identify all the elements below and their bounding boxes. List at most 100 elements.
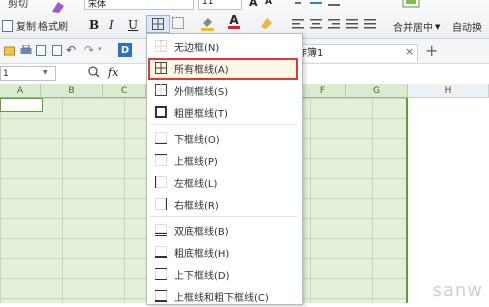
menu-item-label: 所有框线(A) bbox=[174, 64, 229, 76]
shrink-font-button[interactable]: A bbox=[265, 0, 272, 7]
menu-item-top-bottom-border[interactable]: 上下框线(D) bbox=[146, 263, 301, 285]
right-border-icon bbox=[155, 198, 168, 210]
menu-separator bbox=[150, 124, 297, 125]
underline-button[interactable]: U bbox=[128, 18, 138, 32]
fill-color-button[interactable] bbox=[200, 15, 216, 31]
top-thick-bottom-border-icon bbox=[155, 290, 167, 302]
column-header-b[interactable]: B bbox=[41, 84, 103, 98]
print-preview-icon[interactable] bbox=[52, 45, 64, 56]
copy-icon bbox=[2, 19, 13, 32]
open-icon[interactable] bbox=[4, 45, 15, 56]
merge-icon[interactable] bbox=[402, 0, 420, 8]
format-painter-label: 格式刷 bbox=[38, 22, 68, 33]
tab-workbook1[interactable]: 作簿1 bbox=[290, 44, 418, 62]
menu-item-top-thick-bottom-border[interactable]: 上框线和粗下框线(C) bbox=[146, 285, 301, 307]
active-cell[interactable] bbox=[0, 98, 43, 112]
border-icon bbox=[152, 18, 164, 30]
menu-item-outside-borders[interactable]: 外侧框线(S) bbox=[146, 79, 301, 101]
column-header-h[interactable]: H bbox=[408, 84, 489, 98]
paint-bucket-icon bbox=[201, 18, 214, 31]
menu-item-label: 粗底框线(H) bbox=[174, 248, 230, 260]
align-left-icon[interactable] bbox=[292, 19, 304, 29]
column-header-g[interactable]: G bbox=[346, 84, 408, 98]
menu-item-top-border[interactable]: 上框线(P) bbox=[146, 149, 301, 171]
copy-button[interactable]: 复制 bbox=[2, 18, 36, 33]
merge-label: 合并居中 bbox=[393, 23, 433, 34]
outside-borders-icon bbox=[155, 84, 167, 96]
align-center-icon[interactable] bbox=[310, 19, 322, 29]
font-color-bar bbox=[228, 26, 240, 29]
top-border-icon bbox=[155, 153, 167, 166]
distributed-icon[interactable] bbox=[364, 19, 376, 29]
menu-item-label: 右框线(R) bbox=[174, 200, 219, 212]
align-bottom-icon[interactable] bbox=[328, 0, 340, 8]
menu-item-label: 上下框线(D) bbox=[174, 270, 230, 282]
menu-item-bottom-border[interactable]: 下框线(O) bbox=[146, 127, 301, 149]
copy-label: 复制 bbox=[16, 22, 36, 33]
app-logo-letter: D bbox=[120, 44, 130, 56]
menu-item-label: 左框线(L) bbox=[174, 178, 218, 190]
name-box-value: 1 bbox=[3, 69, 9, 79]
border-button[interactable] bbox=[146, 15, 170, 33]
italic-button[interactable]: I bbox=[109, 18, 114, 32]
align-right-icon[interactable] bbox=[328, 19, 340, 29]
thick-bottom-border-icon bbox=[155, 246, 167, 258]
redo-icon[interactable]: ↷ bbox=[84, 43, 94, 57]
menu-item-all-borders[interactable]: 所有框线(A) bbox=[146, 57, 301, 79]
no-border-icon bbox=[155, 40, 167, 52]
menu-item-label: 无边框(N) bbox=[174, 42, 220, 54]
menu-item-label: 粗匣框线(T) bbox=[174, 108, 228, 120]
add-tab-icon[interactable]: + bbox=[425, 41, 438, 60]
align-top-icon[interactable] bbox=[292, 0, 304, 8]
menu-item-label: 上框线(P) bbox=[174, 156, 218, 168]
chevron-down-icon: ▼ bbox=[435, 22, 441, 31]
name-box-dropdown-icon[interactable]: ▼ bbox=[43, 69, 48, 76]
top-bottom-border-icon bbox=[155, 268, 167, 280]
close-tab-icon[interactable]: × bbox=[405, 45, 414, 58]
column-header-c[interactable]: C bbox=[103, 84, 146, 98]
menu-item-left-border[interactable]: 左框线(L) bbox=[146, 171, 301, 193]
undo-icon[interactable]: ↶ bbox=[66, 43, 76, 57]
font-name-select[interactable]: 宋体 bbox=[84, 0, 194, 10]
column-header-f[interactable]: F bbox=[300, 84, 346, 98]
format-painter-button[interactable]: 格式刷 bbox=[38, 18, 68, 33]
menu-item-label: 下框线(O) bbox=[174, 134, 220, 146]
clear-format-icon[interactable] bbox=[258, 15, 274, 31]
border-style-icon[interactable] bbox=[172, 17, 186, 29]
bottom-border-icon bbox=[155, 132, 167, 145]
watermark: sanw bbox=[432, 280, 483, 301]
menu-item-label: 外侧框线(S) bbox=[174, 86, 229, 98]
thick-box-border-icon bbox=[155, 106, 167, 118]
grow-font-button[interactable]: A bbox=[249, 0, 258, 9]
menu-item-no-border[interactable]: 无边框(N) bbox=[146, 35, 301, 57]
font-color-letter: A bbox=[229, 13, 239, 27]
menu-item-double-bottom-border[interactable]: 双底框线(B) bbox=[146, 219, 301, 241]
cut-button[interactable]: 剪切 bbox=[8, 0, 28, 10]
preview-icon[interactable] bbox=[36, 45, 48, 56]
menu-item-right-border[interactable]: 右框线(R) bbox=[146, 193, 301, 215]
double-bottom-border-icon bbox=[155, 224, 167, 236]
menu-item-label: 上框线和粗下框线(C) bbox=[174, 292, 269, 304]
font-size-select[interactable]: 11 bbox=[198, 0, 242, 10]
menu-item-thick-bottom-border[interactable]: 粗底框线(H) bbox=[146, 241, 301, 263]
column-header-a[interactable]: A bbox=[0, 84, 41, 98]
wrap-label: 自动换 bbox=[452, 23, 482, 34]
bold-button[interactable]: B bbox=[89, 18, 99, 32]
menu-separator bbox=[150, 216, 297, 217]
menu-item-label: 双底框线(B) bbox=[174, 226, 229, 238]
font-color-button[interactable]: A bbox=[228, 14, 240, 29]
zoom-icon[interactable] bbox=[88, 66, 100, 78]
left-border-icon bbox=[154, 176, 167, 188]
fx-button[interactable]: fx bbox=[108, 66, 118, 79]
brush-icon[interactable] bbox=[50, 0, 66, 14]
cut-label: 剪切 bbox=[8, 0, 28, 10]
customize-icon[interactable]: ▾ bbox=[98, 45, 102, 53]
all-borders-icon bbox=[155, 62, 167, 74]
app-logo-icon[interactable]: D bbox=[118, 43, 132, 57]
menu-item-thick-box-border[interactable]: 粗匣框线(T) bbox=[146, 101, 301, 123]
wrap-text-button[interactable]: 自动换 bbox=[452, 19, 482, 34]
print-icon[interactable] bbox=[20, 45, 32, 56]
justify-icon[interactable] bbox=[346, 19, 358, 29]
merge-center-button[interactable]: 合并居中 ▼ bbox=[393, 19, 441, 35]
align-middle-icon[interactable] bbox=[310, 0, 322, 8]
